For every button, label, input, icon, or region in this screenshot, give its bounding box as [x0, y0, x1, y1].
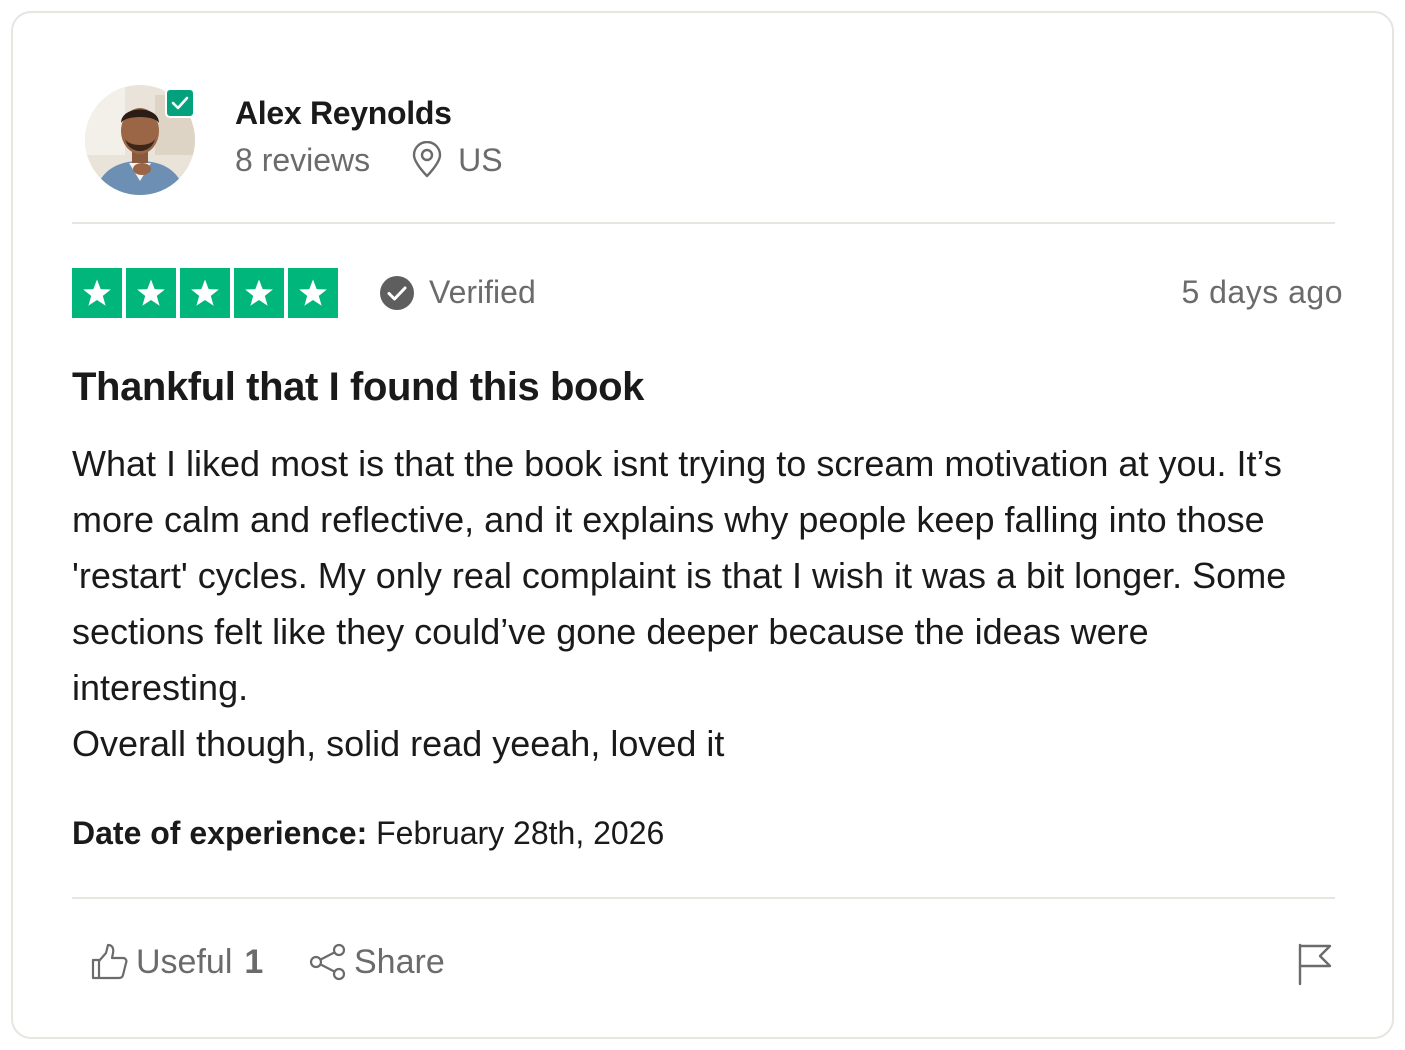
flag-icon	[1298, 943, 1332, 986]
review-age: 5 days ago	[1181, 274, 1343, 310]
star-icon	[72, 268, 122, 318]
useful-count: 1	[244, 942, 264, 981]
review-body: What I liked most is that the book isnt …	[72, 443, 1287, 764]
star-rating	[72, 268, 338, 318]
star-icon	[180, 268, 230, 318]
location-pin-icon	[410, 141, 444, 179]
date-of-experience: Date of experience: February 28th, 2026	[72, 815, 664, 852]
useful-button[interactable]: Useful 1	[90, 942, 263, 982]
share-icon	[308, 942, 348, 982]
reviewer-name[interactable]: Alex Reynolds	[235, 95, 452, 132]
check-badge-icon	[165, 88, 195, 118]
reviewer-avatar-container[interactable]	[85, 85, 195, 195]
star-icon	[126, 268, 176, 318]
header-divider	[72, 222, 1335, 224]
star-icon	[234, 268, 284, 318]
star-icon	[288, 268, 338, 318]
useful-label: Useful	[136, 942, 233, 981]
reviewer-country: US	[458, 141, 503, 178]
footer-divider	[72, 897, 1335, 899]
reviewer-meta: 8 reviews US	[235, 141, 503, 179]
share-label: Share	[354, 942, 445, 981]
verified-label[interactable]: Verified	[379, 274, 536, 311]
verified-text: Verified	[429, 274, 536, 310]
experience-label: Date of experience:	[72, 815, 368, 851]
verified-check-icon	[379, 275, 415, 311]
report-flag-button[interactable]	[1296, 942, 1334, 986]
review-title[interactable]: Thankful that I found this book	[72, 365, 644, 410]
thumbs-up-icon	[90, 942, 130, 982]
reviews-count: 8 reviews	[235, 141, 371, 178]
experience-date: February 28th, 2026	[376, 815, 665, 851]
share-button[interactable]: Share	[308, 942, 445, 982]
